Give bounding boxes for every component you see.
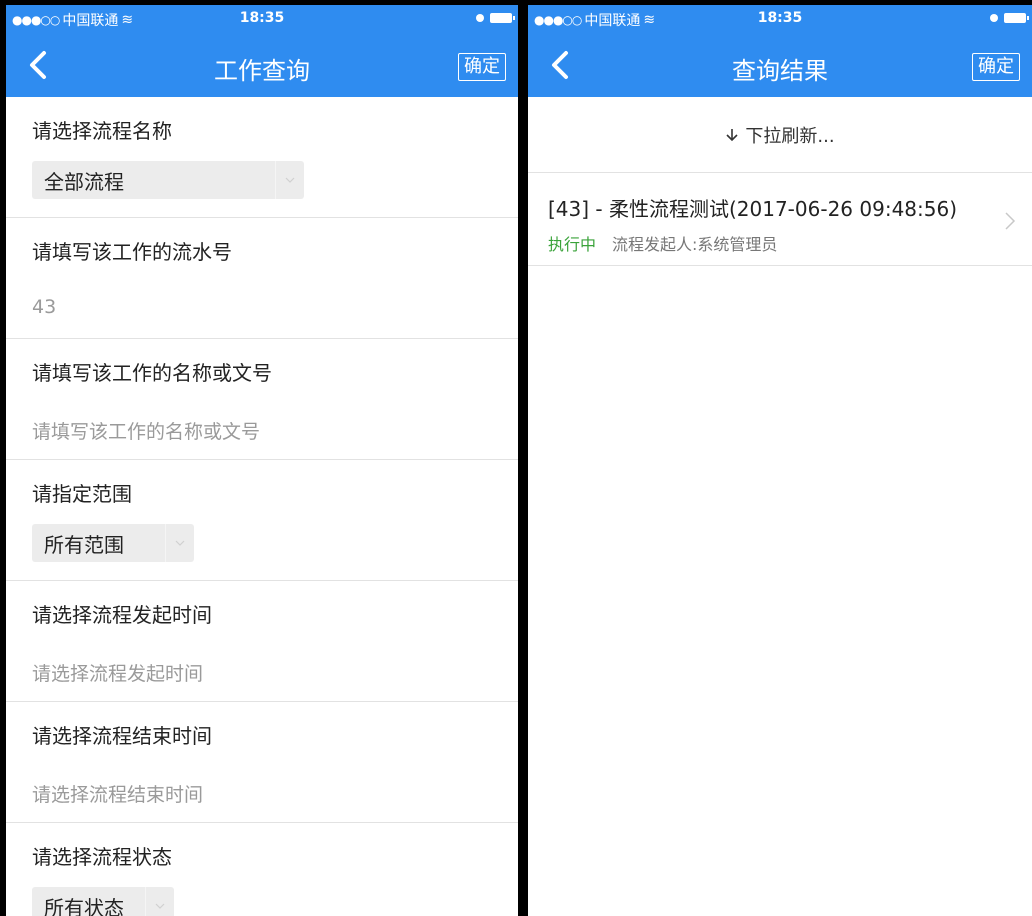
- status-badge: 执行中: [548, 235, 597, 254]
- status-time: 18:35: [757, 10, 803, 26]
- results-screen: ●●●○○ 中国联通 ≋ 18:35 查询结果 确定 下拉刷新... [43] …: [528, 5, 1032, 916]
- page-title: 查询结果: [732, 57, 828, 85]
- section-label: 请填写该工作的名称或文号: [32, 361, 272, 385]
- section-serial-number: 请填写该工作的流水号 43: [6, 218, 518, 339]
- section-label: 请选择流程状态: [32, 845, 172, 869]
- start-time-input[interactable]: 请选择流程发起时间: [32, 659, 203, 686]
- moon-icon: [990, 14, 998, 22]
- select-value: 全部流程: [44, 169, 124, 194]
- scope-select[interactable]: 所有范围: [32, 524, 194, 562]
- confirm-button[interactable]: 确定: [458, 53, 506, 81]
- status-right: [990, 13, 1029, 23]
- nav-bar: 工作查询 确定: [6, 33, 518, 97]
- status-right: [476, 13, 515, 23]
- select-value: 所有范围: [44, 532, 124, 557]
- battery-icon: [1004, 13, 1029, 23]
- section-label: 请选择流程结束时间: [32, 724, 212, 748]
- serial-number-input[interactable]: 43: [32, 296, 56, 318]
- section-label: 请指定范围: [32, 482, 132, 506]
- section-work-name: 请填写该工作的名称或文号 请填写该工作的名称或文号: [6, 339, 518, 460]
- battery-icon: [490, 13, 515, 23]
- chevron-down-icon: [145, 887, 174, 916]
- status-time: 18:35: [239, 10, 285, 26]
- result-meta: 执行中 流程发起人:系统管理员: [548, 231, 777, 255]
- end-time-input[interactable]: 请选择流程结束时间: [32, 780, 203, 807]
- result-list-item[interactable]: [43] - 柔性流程测试(2017-06-26 09:48:56) 执行中 流…: [528, 173, 1032, 266]
- section-start-time: 请选择流程发起时间 请选择流程发起时间: [6, 581, 518, 702]
- result-title: [43] - 柔性流程测试(2017-06-26 09:48:56): [548, 197, 958, 221]
- confirm-button[interactable]: 确定: [972, 53, 1020, 81]
- process-name-select[interactable]: 全部流程: [32, 161, 304, 199]
- chevron-down-icon: [165, 524, 194, 562]
- select-value: 所有状态: [44, 895, 124, 916]
- page-title: 工作查询: [214, 57, 310, 85]
- query-screen: ●●●○○ 中国联通 ≋ 18:35 工作查询 确定 请选择流程名称 全部流程: [6, 5, 518, 916]
- section-end-time: 请选择流程结束时间 请选择流程结束时间: [6, 702, 518, 823]
- chevron-down-icon: [275, 161, 304, 199]
- section-status: 请选择流程状态 所有状态: [6, 823, 518, 916]
- initiator-label: 流程发起人:系统管理员: [612, 235, 778, 254]
- status-bar: ●●●○○ 中国联通 ≋ 18:35: [528, 5, 1032, 33]
- arrow-down-icon: [726, 128, 738, 141]
- chevron-right-icon: [1005, 212, 1016, 230]
- nav-bar: 查询结果 确定: [528, 33, 1032, 97]
- pull-to-refresh[interactable]: 下拉刷新...: [528, 97, 1032, 173]
- query-form: 请选择流程名称 全部流程 请填写该工作的流水号 43 请填写该工作的名称或文号 …: [6, 97, 518, 916]
- section-label: 请选择流程发起时间: [32, 603, 212, 627]
- section-label: 请填写该工作的流水号: [32, 240, 232, 264]
- section-label: 请选择流程名称: [32, 119, 172, 143]
- status-select[interactable]: 所有状态: [32, 887, 174, 916]
- section-process-name: 请选择流程名称 全部流程: [6, 97, 518, 218]
- status-bar: ●●●○○ 中国联通 ≋ 18:35: [6, 5, 518, 33]
- work-name-input[interactable]: 请填写该工作的名称或文号: [32, 417, 260, 444]
- moon-icon: [476, 14, 484, 22]
- refresh-label: 下拉刷新...: [745, 125, 835, 147]
- section-scope: 请指定范围 所有范围: [6, 460, 518, 581]
